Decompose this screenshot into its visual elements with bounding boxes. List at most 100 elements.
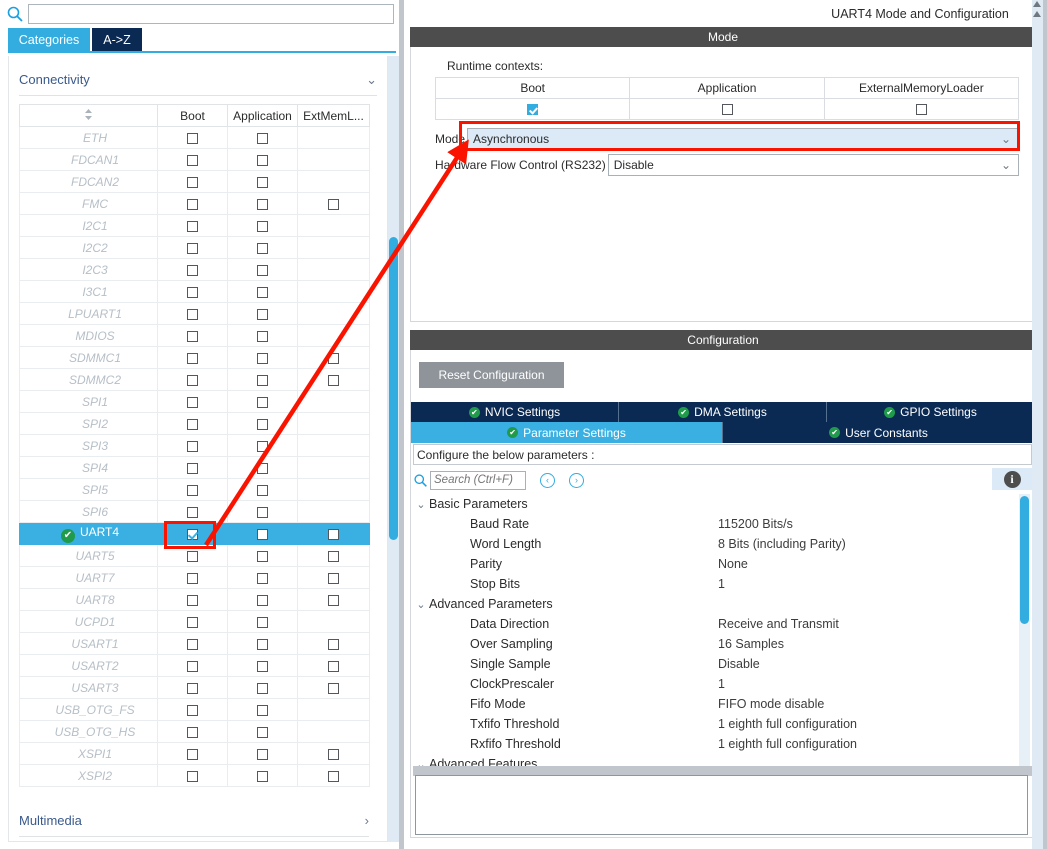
table-row[interactable]: ✔ UART4 [19,522,370,545]
peripheral-name-cell[interactable]: SPI5 [19,478,158,501]
checkbox-cell-boot[interactable] [157,478,228,501]
checkbox-cell-extmem[interactable] [297,566,370,589]
parameter-group-header[interactable]: ⌄ Basic Parameters [413,494,1032,514]
checkbox-cell-boot[interactable] [157,258,228,281]
peripheral-name-cell[interactable]: USB_OTG_HS [19,720,158,743]
checkbox-cell-application[interactable] [227,698,298,721]
peripheral-name-cell[interactable]: UART7 [19,566,158,589]
checkbox-cell-boot[interactable] [157,654,228,677]
col-header-extmem[interactable]: ExtMemL... [297,104,370,127]
checkbox-cell-extmem[interactable] [297,346,370,369]
checkbox-cell-extmem[interactable] [297,368,370,391]
table-row[interactable]: USB_OTG_FS [19,698,370,721]
peripheral-name-cell[interactable]: MDIOS [19,324,158,347]
checkbox-cell-boot[interactable] [157,610,228,633]
info-button[interactable]: i [992,468,1032,490]
col-header-name[interactable] [19,104,158,127]
table-row[interactable]: USART2 [19,654,370,677]
peripheral-name-cell[interactable]: FDCAN1 [19,148,158,171]
checkbox-cell-boot[interactable] [157,764,228,787]
checkbox-cell-boot[interactable] [157,676,228,699]
checkbox-cell-extmem[interactable] [297,654,370,677]
checkbox-cell-boot[interactable] [157,698,228,721]
checkbox-cell-application[interactable] [227,632,298,655]
left-panel-scrollbar-thumb[interactable] [389,237,398,540]
peripheral-name-cell[interactable]: USB_OTG_FS [19,698,158,721]
table-row[interactable]: SPI1 [19,390,370,413]
tab-parameter-settings[interactable]: ✔ Parameter Settings [411,422,723,443]
parameter-value[interactable]: FIFO mode disable [718,697,824,711]
tab-dma-settings[interactable]: ✔ DMA Settings [619,402,827,422]
parameter-value[interactable]: None [718,557,748,571]
table-row[interactable]: XSPI2 [19,764,370,787]
checkbox-cell-boot[interactable] [157,742,228,765]
checkbox-cell-extmem[interactable] [297,764,370,787]
checkbox-cell-application[interactable] [227,236,298,259]
parameter-row[interactable]: Fifo Mode FIFO mode disable [413,694,1032,714]
table-row[interactable]: LPUART1 [19,302,370,325]
table-row[interactable]: FDCAN2 [19,170,370,193]
checkbox-cell-extmem[interactable] [297,588,370,611]
peripheral-name-cell[interactable]: I3C1 [19,280,158,303]
table-row[interactable]: USB_OTG_HS [19,720,370,743]
peripheral-name-cell[interactable]: UART8 [19,588,158,611]
peripheral-name-cell[interactable]: SDMMC2 [19,368,158,391]
parameter-value[interactable]: 1 [718,577,725,591]
table-row[interactable]: I2C3 [19,258,370,281]
scroll-up-arrow-icon-secondary[interactable] [1033,11,1042,20]
peripheral-name-cell[interactable]: ETH [19,126,158,149]
context-checkbox-boot[interactable] [434,98,631,120]
checkbox-cell-application[interactable] [227,258,298,281]
peripheral-name-cell[interactable]: USART2 [19,654,158,677]
checkbox-cell-application[interactable] [227,544,298,567]
tab-gpio-settings[interactable]: ✔ GPIO Settings [827,402,1034,422]
parameter-group-header[interactable]: ⌄ Advanced Features [413,754,1032,766]
table-row[interactable]: SDMMC2 [19,368,370,391]
peripheral-name-cell[interactable]: SPI3 [19,434,158,457]
checkbox-cell-application[interactable] [227,742,298,765]
checkbox-cell-boot[interactable] [157,544,228,567]
checkbox-cell-application[interactable] [227,324,298,347]
checkbox-cell-boot[interactable] [157,126,228,149]
checkbox-cell-application[interactable] [227,148,298,171]
checkbox-cell-boot[interactable] [157,500,228,523]
peripheral-name-cell[interactable]: FDCAN2 [19,170,158,193]
table-row[interactable]: SDMMC1 [19,346,370,369]
peripheral-name-cell[interactable]: SPI2 [19,412,158,435]
checkbox-cell-boot[interactable] [157,302,228,325]
parameter-value[interactable]: 1 [718,677,725,691]
checkbox-cell-application[interactable] [227,214,298,237]
parameter-value[interactable]: 1 eighth full configuration [718,717,857,731]
parameter-row[interactable]: Baud Rate 115200 Bits/s [413,514,1032,534]
parameter-value[interactable]: 115200 Bits/s [718,517,793,531]
table-row[interactable]: SPI4 [19,456,370,479]
tab-categories[interactable]: Categories [8,28,90,52]
checkbox-cell-application[interactable] [227,720,298,743]
table-row[interactable]: MDIOS [19,324,370,347]
checkbox-cell-application[interactable] [227,126,298,149]
peripheral-name-cell[interactable]: I2C2 [19,236,158,259]
checkbox-cell-boot[interactable] [157,192,228,215]
parameter-row[interactable]: Single Sample Disable [413,654,1032,674]
parameter-list-scrollbar-thumb[interactable] [1020,496,1029,624]
peripheral-name-cell[interactable]: USART3 [19,676,158,699]
checkbox-cell-extmem[interactable] [297,632,370,655]
parameter-row[interactable]: Rxfifo Threshold 1 eighth full configurat… [413,734,1032,754]
peripheral-name-cell[interactable]: XSPI2 [19,764,158,787]
parameter-value[interactable]: 8 Bits (including Parity) [718,537,846,551]
checkbox-cell-boot[interactable] [157,148,228,171]
checkbox-cell-boot[interactable] [157,522,228,545]
tab-user-constants[interactable]: ✔ User Constants [723,422,1034,443]
parameter-row[interactable]: Stop Bits 1 [413,574,1032,594]
table-row[interactable]: SPI2 [19,412,370,435]
table-row[interactable]: FDCAN1 [19,148,370,171]
checkbox-cell-extmem[interactable] [297,192,370,215]
tab-nvic-settings[interactable]: ✔ NVIC Settings [411,402,619,422]
parameter-group-header[interactable]: ⌄ Advanced Parameters [413,594,1032,614]
checkbox-cell-application[interactable] [227,610,298,633]
peripheral-name-cell[interactable]: I2C3 [19,258,158,281]
peripheral-name-cell[interactable]: SPI6 [19,500,158,523]
checkbox-cell-boot[interactable] [157,412,228,435]
checkbox-cell-boot[interactable] [157,632,228,655]
table-row[interactable]: I2C1 [19,214,370,237]
